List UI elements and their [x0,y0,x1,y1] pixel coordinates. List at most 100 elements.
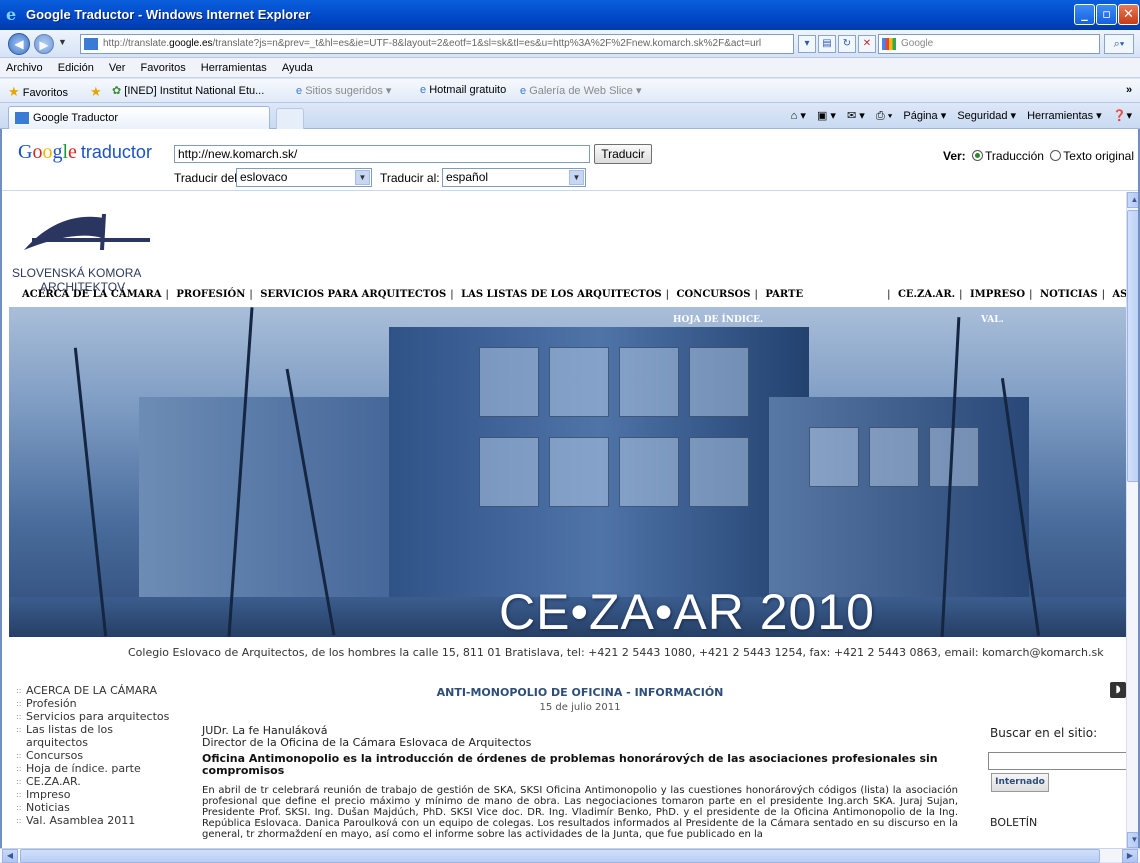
mail-icon[interactable]: ✉ ▾ [847,110,865,122]
translate-url-input[interactable]: http://new.komarch.sk/ [174,145,590,163]
translate-button[interactable]: Traducir [594,144,652,164]
scroll-right-icon[interactable]: ▶ [1122,849,1138,863]
horizontal-scrollbar[interactable]: ◀ ▶ [0,848,1140,863]
minimize-button[interactable]: _ [1074,4,1095,25]
scroll-left-icon[interactable]: ◀ [2,849,18,863]
feeds-icon[interactable]: ▣ ▾ [817,110,836,122]
tools-menu[interactable]: Herramientas ▾ [1027,110,1102,122]
back-button[interactable]: ◀ [8,33,30,55]
view-mode: Ver: Traducción Texto original [942,149,1134,163]
tab-google-traductor[interactable]: Google Traductor [8,106,270,129]
fav-ined-link[interactable]: ✿ [INED] Institut National Etu... [112,84,264,97]
favorites-button[interactable]: ★ Favoritos [8,84,68,100]
nav-noticias[interactable]: NOTICIAS [1036,289,1102,300]
chevron-down-icon: ▼ [355,170,370,185]
nav-cezaar[interactable]: CE.ZA.AR. [894,289,959,300]
scroll-up-icon[interactable]: ▲ [1127,192,1138,208]
menu-favoritos[interactable]: Favoritos [134,58,191,74]
leftnav-noticias[interactable]: Noticias [16,801,186,814]
view-translation-radio[interactable] [972,150,984,161]
menu-edicion[interactable]: Edición [52,58,100,74]
stop-icon[interactable]: ✕ [858,35,876,53]
leftnav-concursos[interactable]: Concursos [16,749,186,762]
nav-servicios[interactable]: SERVICIOS PARA ARQUITECTOS [256,289,450,300]
home-icon[interactable]: ⌂ ▾ [791,110,806,122]
close-button[interactable]: ✕ [1118,4,1139,25]
left-navigation: ACERCA DE LA CÁMARA Profesión Servicios … [16,684,186,827]
leftnav-profesion[interactable]: Profesión [16,697,186,710]
forward-button[interactable]: ▶ [34,34,54,54]
nav-listas[interactable]: LAS LISTAS DE LOS ARQUITECTOS [457,289,666,300]
from-language-label: Traducir del: [174,171,241,185]
address-dropdown-icon[interactable]: ▾ [798,35,816,53]
leftnav-servicios[interactable]: Servicios para arquitectos [16,710,186,723]
maximize-button[interactable]: ▫ [1096,4,1117,25]
google-translate-bar: Google traductor http://new.komarch.sk/ T… [2,129,1138,191]
leftnav-asamblea[interactable]: Val. Asamblea 2011 [16,814,186,827]
nav-asamblea[interactable]: ASAMBLEA 2011 [1108,289,1126,300]
help-icon[interactable]: ❓▾ [1113,110,1132,122]
to-language-label: Traducir al: [380,171,440,185]
compatibility-view-icon[interactable]: ▤ [818,35,836,53]
site-favicon-icon [84,38,98,50]
nav-overflow-hoja[interactable]: HOJA DE ÍNDICE. [673,315,763,325]
nav-impreso[interactable]: IMPRESO [966,289,1029,300]
to-language-select[interactable]: español ▼ [442,168,586,187]
forward-arrow-icon: ▶ [39,38,49,52]
nav-acerca[interactable]: ACERCA DE LA CÁMARA [18,289,166,300]
page-menu[interactable]: Página ▾ [903,110,946,122]
nav-parte[interactable]: PARTE [761,289,807,300]
menu-bar: Archivo Edición Ver Favoritos Herramient… [0,58,1140,78]
security-menu[interactable]: Seguridad ▾ [957,110,1016,122]
window-title: Google Traductor - Windows Internet Expl… [26,7,311,22]
new-tab-button[interactable] [276,108,304,129]
scroll-thumb[interactable] [1127,210,1138,482]
search-placeholder: Google [901,38,934,49]
leftnav-impreso[interactable]: Impreso [16,788,186,801]
article: ANTI-MONOPOLIO DE OFICINA - INFORMACIÓN … [202,686,958,840]
refresh-icon[interactable]: ↻ [838,35,856,53]
nav-profesion[interactable]: PROFESIÓN [172,289,249,300]
site-search-input[interactable] [988,752,1126,770]
leftnav-hoja[interactable]: Hoja de índice. parte [16,762,186,775]
rss-icon[interactable]: ◗ [1110,682,1126,698]
vertical-scrollbar[interactable]: ▲ ▼ [1126,192,1138,848]
tab-bar: Google Traductor ⌂ ▾ ▣ ▾ ✉ ▾ ⎙ ▾ Página … [0,103,1140,129]
favbar-overflow-icon[interactable]: » [1126,84,1132,96]
hero-banner: HOJA DE ÍNDICE. VAL. CE•ZA•AR 2010 [9,307,1126,637]
command-bar: ⌂ ▾ ▣ ▾ ✉ ▾ ⎙ ▾ Página ▾ Seguridad ▾ Her… [783,109,1132,123]
leftnav-acerca[interactable]: ACERCA DE LA CÁMARA [16,684,186,697]
top-navigation: ACERCA DE LA CÁMARA | PROFESIÓN | SERVICIO… [18,289,1126,300]
address-input[interactable]: http://translate.google.es/translate?js=… [80,34,794,54]
nav-concursos[interactable]: CONCURSOS [673,289,755,300]
google-translate-logo[interactable]: Google traductor [18,141,152,164]
ska-logo-mark-icon [24,214,150,250]
menu-ver[interactable]: Ver [103,58,132,74]
fav-hotmail-link[interactable]: e Hotmail gratuito [420,84,506,96]
address-url: http://translate.google.es/translate?js=… [103,38,762,49]
menu-archivo[interactable]: Archivo [0,58,49,74]
history-dropdown-icon[interactable]: ▼ [58,37,67,47]
scroll-down-icon[interactable]: ▼ [1127,832,1138,848]
article-kicker[interactable]: ANTI-MONOPOLIO DE OFICINA - INFORMACIÓN [202,686,958,699]
from-language-select[interactable]: eslovaco ▼ [236,168,372,187]
nav-overflow-val[interactable]: VAL. [981,315,1004,325]
add-favorite-icon[interactable]: ★ [90,84,102,100]
hscroll-thumb[interactable] [20,849,1100,863]
newsletter-heading: BOLETÍN [990,816,1038,829]
leftnav-listas[interactable]: Las listas de los arquitectos [16,723,156,749]
search-go-button[interactable]: ⌕▾ [1104,34,1134,54]
leftnav-cezaar[interactable]: CE.ZA.AR. [16,775,186,788]
menu-herramientas[interactable]: Herramientas [195,58,273,74]
star-icon: ★ [8,84,20,99]
search-input[interactable]: Google [878,34,1100,54]
article-author: JUDr. La fe Hanuláková Director de la Of… [202,724,532,749]
menu-ayuda[interactable]: Ayuda [276,58,319,74]
print-icon[interactable]: ⎙ ▾ [876,110,892,122]
ska-logo[interactable]: SLOVENSKÁ KOMORA ARCHITEKTOV [12,208,152,294]
fav-web-slice-gallery[interactable]: e Galería de Web Slice ▾ [520,84,642,97]
site-search-button[interactable]: Internado [991,773,1049,792]
fav-suggested-sites[interactable]: e Sitios sugeridos ▾ [296,84,391,97]
view-original-radio[interactable] [1050,150,1062,161]
chevron-down-icon: ▼ [569,170,584,185]
